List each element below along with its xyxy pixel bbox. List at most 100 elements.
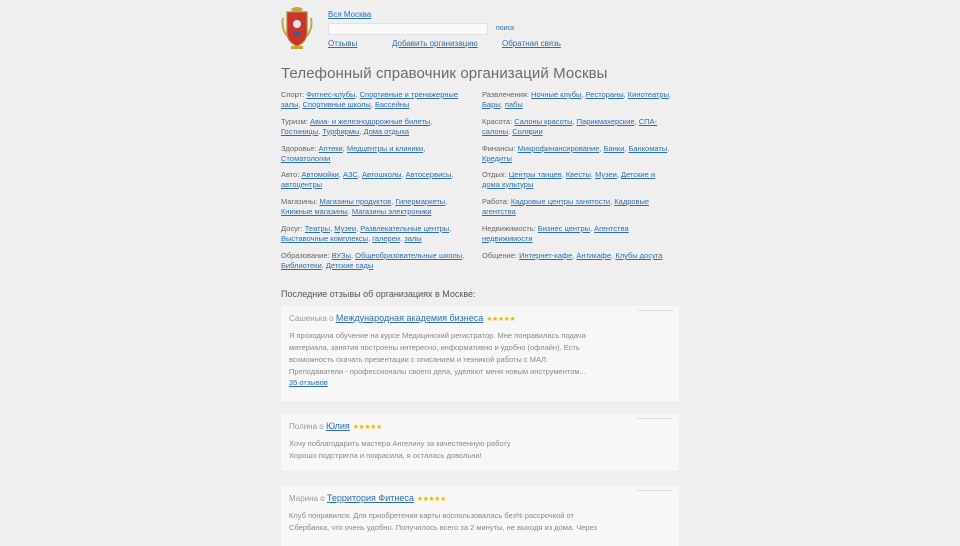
review-author: Сашенька [289, 314, 327, 323]
category-block: Магазины: Магазины продуктов, Гипермарке… [281, 197, 448, 216]
category-link[interactable]: Автомойки [302, 170, 339, 179]
category-link[interactable]: автоцентры [281, 180, 322, 189]
category-label: Здоровье: [281, 144, 319, 153]
nav-reviews[interactable]: Отзывы [328, 39, 357, 48]
category-link[interactable]: Дома отдыха [364, 127, 410, 136]
category-link[interactable]: Кредиты [482, 154, 512, 163]
review-header: Сашенька о Международная академия бизнес… [289, 312, 671, 326]
category-label: Красота: [482, 117, 515, 126]
category-link[interactable]: Турфирмы [322, 127, 359, 136]
rating-stars-icon: ★★★★★ [486, 316, 516, 323]
review-card: Сашенька о Международная академия бизнес… [281, 306, 679, 401]
review-text-line: Сбербанка, что очень удобно. Получилось … [289, 523, 598, 532]
review-organization-link[interactable]: Территория Фитнеса [327, 493, 414, 503]
review-organization-link[interactable]: Юлия [326, 421, 350, 431]
review-author: Марина [289, 494, 318, 503]
category-link[interactable]: Магазины электроники [352, 207, 432, 216]
category-label: Отдых: [482, 170, 509, 179]
category-label: Досуг: [281, 224, 305, 233]
category-label: Недвижимость: [482, 224, 538, 233]
category-link[interactable]: Медцентры и клиники [347, 144, 423, 153]
nav-add-organization[interactable]: Добавить организацию [392, 39, 478, 48]
review-text: Хочу поблагодарить мастера Ангелину за к… [289, 438, 671, 462]
category-link[interactable]: Гипермаркеты [395, 197, 445, 206]
category-link[interactable]: Кадровые центры занятости [511, 197, 610, 206]
category-link[interactable]: ВУЗы [332, 251, 351, 260]
category-link[interactable]: галереи [372, 234, 400, 243]
category-link[interactable]: Книжные магазины [281, 207, 348, 216]
review-text-line: возможность скачать презентации с описан… [289, 355, 549, 364]
category-link[interactable]: Гостиницы [281, 127, 318, 136]
category-link[interactable]: АЗС [343, 170, 358, 179]
category-link[interactable]: Парикмахерские [577, 117, 635, 126]
category-link[interactable]: Клубы досуга [615, 251, 662, 260]
category-link[interactable]: Детские сады [326, 261, 374, 270]
review-text: Я проходила обучение на курсе Медицински… [289, 330, 671, 378]
review-preposition: о [317, 422, 326, 431]
page-title: Телефонный справочник организаций Москвы [281, 65, 608, 82]
card-corner-rule [637, 490, 673, 494]
review-author: Полина [289, 422, 318, 431]
nav-feedback[interactable]: Обратная связь [502, 39, 561, 48]
review-text-line: Я проходила обучение на курсе Медицински… [289, 331, 586, 340]
category-link[interactable]: Музеи [334, 224, 356, 233]
city-link[interactable]: Вся Москва [328, 10, 371, 19]
review-header: Марина о Территория Фитнеса ★★★★★ [289, 492, 671, 506]
category-link[interactable]: Общеобразовательные школы [355, 251, 462, 260]
review-text-line: Хорошо подстригла и покрасила, я осталас… [289, 451, 482, 460]
category-link[interactable]: Банки [604, 144, 625, 153]
category-link[interactable]: Фитнес-клубы [306, 90, 355, 99]
category-block: Развлечения: Ночные клубы, Рестораны, Ки… [482, 90, 672, 109]
category-block: Общение: Интернет-кафе, Антикафе, Клубы … [482, 251, 663, 260]
review-header: Полина о Юлия ★★★★★ [289, 420, 671, 434]
category-link[interactable]: Квесты [566, 170, 591, 179]
category-link[interactable]: залы [404, 234, 421, 243]
category-block: Недвижимость: Бизнес центры, Агентства н… [482, 224, 629, 243]
category-link[interactable]: Рестораны [586, 90, 624, 99]
category-link[interactable]: Микрофинансирование [518, 144, 600, 153]
category-label: Авто: [281, 170, 302, 179]
search-input[interactable] [328, 23, 488, 35]
category-label: Магазины: [281, 197, 320, 206]
category-link[interactable]: Автошколы [362, 170, 402, 179]
category-link[interactable]: Спортивные школы [303, 100, 371, 109]
category-link[interactable]: Антикафе [576, 251, 611, 260]
category-label: Туризм: [281, 117, 310, 126]
category-link[interactable]: Автосервисы [406, 170, 452, 179]
rating-stars-icon: ★★★★★ [352, 424, 382, 431]
more-reviews-link[interactable]: 35 отзывов [289, 378, 671, 388]
category-block: Красота: Салоны красоты, Парикмахерские,… [482, 117, 658, 136]
review-text-line: Хочу поблагодарить мастера Ангелину за к… [289, 439, 511, 448]
category-block: Туризм: Авиа- и железнодорожные билеты, … [281, 117, 433, 136]
category-link[interactable]: Магазины продуктов [320, 197, 392, 206]
category-link[interactable]: Интернет-кафе [519, 251, 572, 260]
category-link[interactable]: Центры танцев [509, 170, 562, 179]
search-button[interactable]: поиск [496, 25, 514, 32]
category-block: Здоровье: Аптеки, Медцентры и клиники, С… [281, 144, 426, 163]
category-link[interactable]: пабы [505, 100, 523, 109]
category-link[interactable]: Авиа- и железнодорожные билеты [310, 117, 430, 126]
category-link[interactable]: Библиотеки [281, 261, 322, 270]
category-link[interactable]: Бассейны [375, 100, 410, 109]
category-link[interactable]: Театры [305, 224, 330, 233]
category-link[interactable]: Развлекательные центры [360, 224, 449, 233]
category-link[interactable]: Ночные клубы [531, 90, 581, 99]
category-link[interactable]: Салоны красоты [514, 117, 572, 126]
category-link[interactable]: Музеи [595, 170, 617, 179]
category-link[interactable]: Аптеки [319, 144, 343, 153]
category-link[interactable]: Кинотеатры [628, 90, 669, 99]
category-block: Отдых: Центры танцев, Квесты, Музеи, Дет… [482, 170, 656, 189]
category-label: Общение: [482, 251, 520, 260]
category-link[interactable]: Стоматологии [281, 154, 330, 163]
card-corner-rule [637, 310, 673, 314]
review-preposition: о [318, 494, 327, 503]
category-link[interactable]: Бары [482, 100, 501, 109]
category-block: Досуг: Театры, Музеи, Развлекательные це… [281, 224, 452, 243]
review-organization-link[interactable]: Международная академия бизнеса [336, 313, 483, 323]
moscow-coat-of-arms-logo[interactable] [281, 6, 313, 50]
category-link[interactable]: Банкоматы [628, 144, 667, 153]
category-block: Работа: Кадровые центры занятости, Кадро… [482, 197, 650, 216]
category-link[interactable]: Бизнес центры [538, 224, 590, 233]
category-link[interactable]: Солярии [512, 127, 542, 136]
category-link[interactable]: Выставочные комплексы [281, 234, 368, 243]
